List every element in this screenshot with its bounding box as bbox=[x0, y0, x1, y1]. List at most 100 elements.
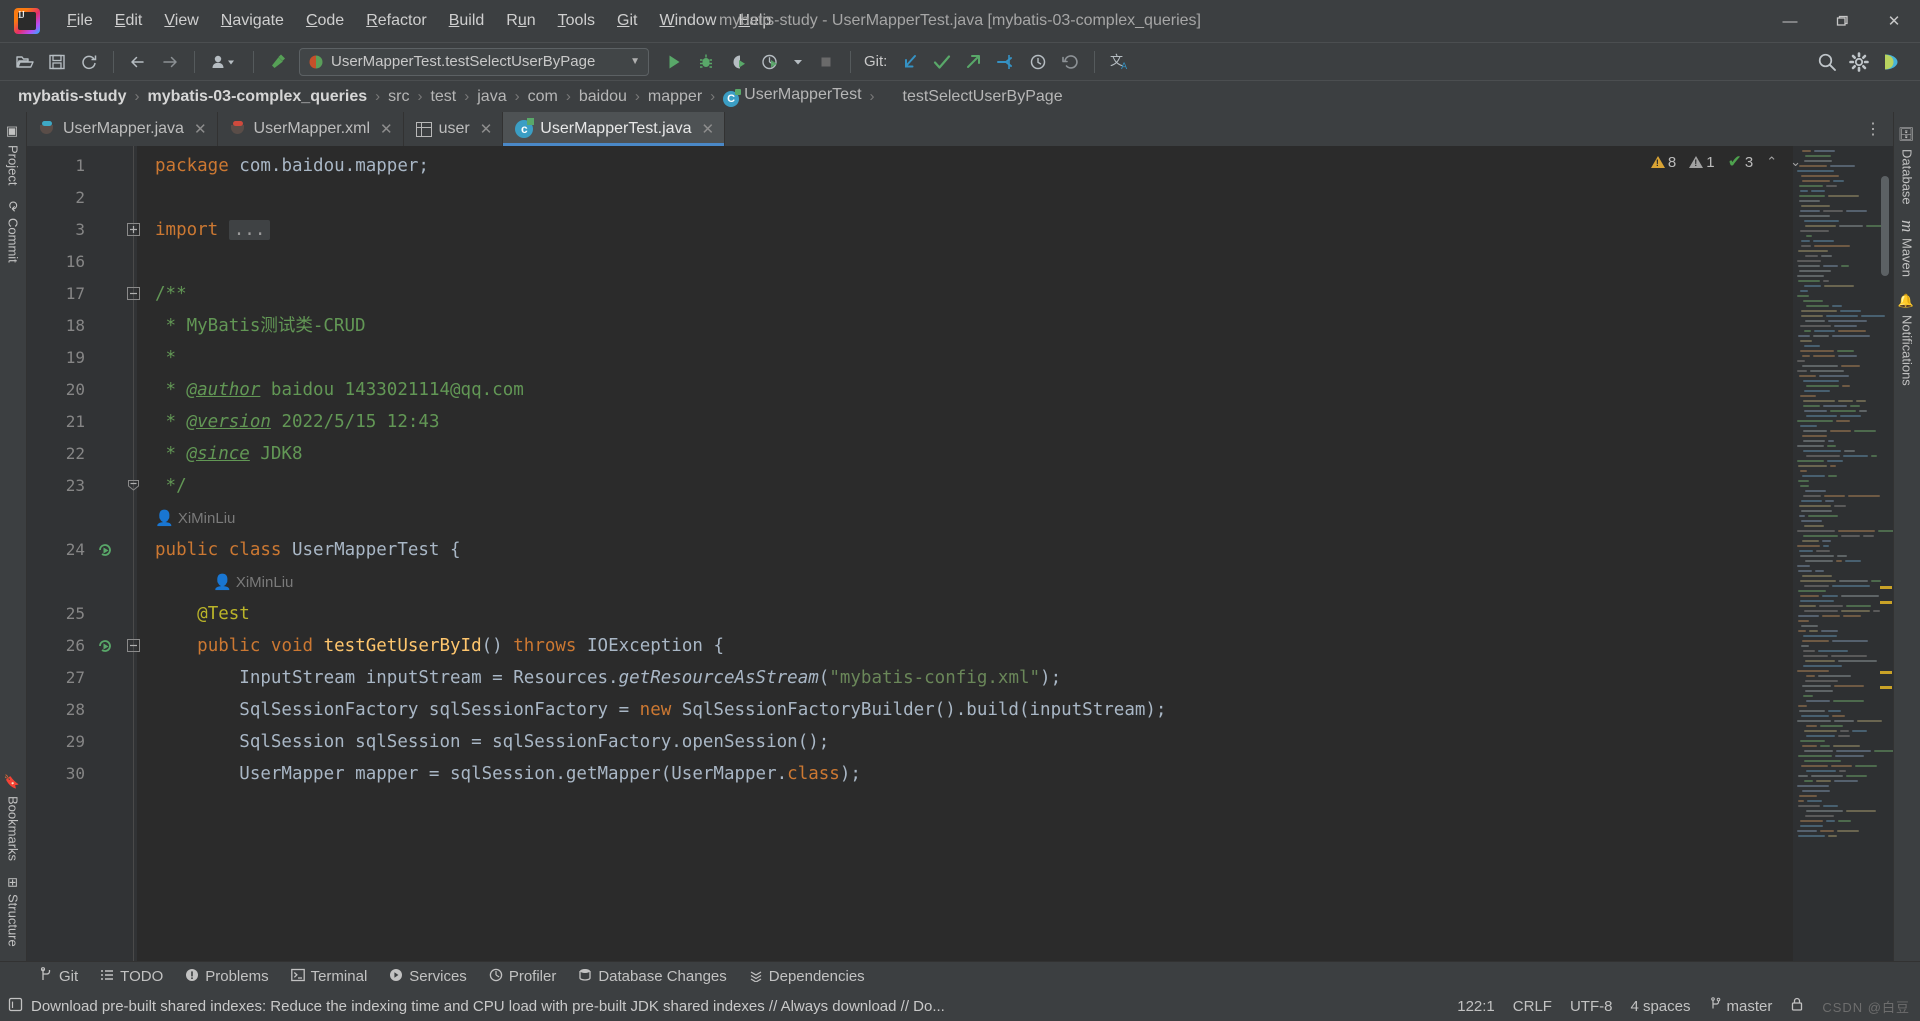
run-profiler-icon[interactable] bbox=[755, 48, 785, 76]
menu-window[interactable]: Window bbox=[648, 8, 727, 34]
settings-gear-icon[interactable] bbox=[1844, 48, 1874, 76]
tab-close-icon[interactable]: ✕ bbox=[380, 120, 393, 138]
undo-icon[interactable] bbox=[1055, 48, 1085, 76]
chevron-down-icon[interactable]: ▼ bbox=[630, 56, 640, 67]
tool-window-services[interactable]: Services bbox=[380, 965, 476, 989]
breadcrumb-item-mybatis-study[interactable]: mybatis-study bbox=[12, 88, 132, 106]
close-button[interactable]: ✕ bbox=[1868, 0, 1920, 42]
tool-window-dependencies[interactable]: Dependencies bbox=[740, 965, 874, 989]
editor-minimap[interactable] bbox=[1793, 146, 1893, 961]
save-all-icon[interactable] bbox=[42, 48, 72, 76]
breadcrumb-item-baidou[interactable]: baidou bbox=[573, 88, 633, 106]
translate-icon[interactable]: 文A bbox=[1104, 48, 1138, 76]
tab-close-icon[interactable]: ✕ bbox=[480, 120, 493, 138]
error-stripe-marker[interactable] bbox=[1880, 686, 1892, 689]
breadcrumb-item-module[interactable]: mybatis-03-complex_queries bbox=[141, 88, 373, 106]
error-stripe-marker[interactable] bbox=[1880, 601, 1892, 604]
git-branch-widget[interactable]: master bbox=[1709, 997, 1772, 1015]
read-only-lock-icon[interactable] bbox=[1790, 997, 1804, 1016]
line-number: 24 bbox=[65, 540, 85, 559]
tool-window-problems[interactable]: Problems bbox=[176, 965, 277, 989]
run-coverage-icon[interactable] bbox=[723, 48, 753, 76]
navigate-back-icon[interactable] bbox=[123, 48, 153, 76]
minimap-code-line bbox=[1801, 500, 1822, 502]
tab-usermapper-xml[interactable]: UserMapper.xml ✕ bbox=[218, 112, 404, 146]
profile-dropdown-icon[interactable] bbox=[204, 48, 244, 76]
build-hammer-icon[interactable] bbox=[263, 48, 293, 76]
sidebar-item-structure[interactable]: ⊞ Structure bbox=[4, 869, 23, 955]
prev-problem-icon[interactable]: ⌃ bbox=[1766, 154, 1777, 170]
tool-window-terminal[interactable]: Terminal bbox=[282, 965, 377, 989]
menu-refactor[interactable]: Refactor bbox=[355, 8, 437, 34]
maximize-button[interactable] bbox=[1816, 0, 1868, 42]
tab-usermappertest-java[interactable]: c UserMapperTest.java ✕ bbox=[503, 112, 726, 146]
menu-edit[interactable]: Edit bbox=[104, 8, 154, 34]
sidebar-item-database[interactable]: 🗄 Database bbox=[1898, 118, 1917, 212]
menu-bar: File Edit View Navigate Code Refactor Bu… bbox=[56, 0, 782, 42]
code-area[interactable]: package com.baidou.mapper; import .../** … bbox=[137, 146, 1793, 961]
breadcrumb-item-mapper[interactable]: mapper bbox=[642, 88, 708, 106]
breadcrumb-item-method[interactable]: testSelectUserByPage bbox=[877, 88, 1069, 106]
warnings-indicator[interactable]: 8 bbox=[1650, 154, 1676, 171]
menu-build[interactable]: Build bbox=[438, 8, 496, 34]
menu-view[interactable]: View bbox=[153, 8, 209, 34]
sidebar-item-notifications[interactable]: 🔔 Notifications bbox=[1898, 285, 1917, 394]
line-separator[interactable]: CRLF bbox=[1513, 998, 1552, 1015]
sidebar-item-bookmarks[interactable]: 🔖 Bookmarks bbox=[4, 766, 23, 869]
breadcrumb-item-com[interactable]: com bbox=[522, 88, 564, 106]
search-everywhere-icon[interactable] bbox=[1812, 48, 1842, 76]
ide-assistant-icon[interactable] bbox=[1876, 48, 1906, 76]
run-configuration-selector[interactable]: UserMapperTest.testSelectUserByPage ▼ bbox=[299, 47, 649, 76]
indent-setting[interactable]: 4 spaces bbox=[1630, 998, 1690, 1015]
tool-window-todo[interactable]: TODO bbox=[91, 965, 172, 989]
menu-run[interactable]: Run bbox=[495, 8, 546, 34]
git-commit-icon[interactable] bbox=[927, 48, 957, 76]
git-update-icon[interactable] bbox=[895, 48, 925, 76]
tab-overflow-menu-icon[interactable]: ⋮ bbox=[1855, 112, 1893, 146]
tab-usermapper-java[interactable]: UserMapper.java ✕ bbox=[27, 112, 218, 146]
git-push-icon[interactable] bbox=[959, 48, 989, 76]
menu-tools[interactable]: Tools bbox=[547, 8, 606, 34]
menu-code[interactable]: Code bbox=[295, 8, 355, 34]
menu-navigate[interactable]: Navigate bbox=[210, 8, 295, 34]
breadcrumb-item-test[interactable]: test bbox=[424, 88, 462, 106]
sync-refresh-icon[interactable] bbox=[74, 48, 104, 76]
git-branches-icon[interactable] bbox=[991, 48, 1021, 76]
status-message[interactable]: Download pre-built shared indexes: Reduc… bbox=[8, 997, 945, 1016]
git-history-icon[interactable] bbox=[1023, 48, 1053, 76]
caret-position[interactable]: 122:1 bbox=[1457, 998, 1495, 1015]
stop-icon[interactable] bbox=[811, 48, 841, 76]
error-stripe-marker[interactable] bbox=[1880, 586, 1892, 589]
sidebar-item-commit[interactable]: ⟳ Commit bbox=[4, 193, 23, 271]
breadcrumb-item-src[interactable]: src bbox=[382, 88, 415, 106]
run-icon[interactable] bbox=[659, 48, 689, 76]
menu-file[interactable]: File bbox=[56, 8, 104, 34]
tool-window-git[interactable]: Git bbox=[30, 964, 87, 989]
breadcrumb-item-class[interactable]: C UserMapperTest bbox=[717, 86, 867, 107]
run-test-gutter-icon[interactable] bbox=[97, 542, 113, 558]
minimap-code-line bbox=[1830, 410, 1856, 412]
weak-warnings-indicator[interactable]: 1 bbox=[1689, 154, 1715, 171]
sidebar-item-maven[interactable]: m Maven bbox=[1895, 212, 1919, 285]
run-profiler-dropdown-icon[interactable] bbox=[787, 48, 809, 76]
tab-close-icon[interactable]: ✕ bbox=[194, 120, 207, 138]
editor-scrollbar-thumb[interactable] bbox=[1881, 176, 1889, 276]
tool-window-profiler[interactable]: Profiler bbox=[480, 965, 566, 989]
open-project-icon[interactable] bbox=[10, 48, 40, 76]
ok-indicator[interactable]: ✔ 3 bbox=[1728, 152, 1754, 172]
error-stripe-marker[interactable] bbox=[1880, 671, 1892, 674]
tab-close-icon[interactable]: ✕ bbox=[701, 120, 714, 138]
next-problem-icon[interactable]: ⌄ bbox=[1790, 154, 1801, 170]
tab-user-table[interactable]: user ✕ bbox=[404, 112, 504, 146]
sidebar-item-project[interactable]: ▣ Project bbox=[4, 116, 23, 193]
navigate-forward-icon[interactable] bbox=[155, 48, 185, 76]
menu-help[interactable]: Help bbox=[727, 8, 782, 34]
tool-window-database-changes[interactable]: Database Changes bbox=[569, 965, 735, 989]
minimize-button[interactable]: — bbox=[1764, 0, 1816, 42]
debug-icon[interactable] bbox=[691, 48, 721, 76]
menu-git[interactable]: Git bbox=[606, 8, 648, 34]
run-test-gutter-icon[interactable] bbox=[97, 638, 113, 654]
breadcrumb-item-java[interactable]: java bbox=[471, 88, 512, 106]
editor-gutter[interactable]: 1 2 3 16 17 18 19 20 21 22 23 24 25 26 27 28 29 30 bbox=[27, 146, 140, 961]
file-encoding[interactable]: UTF-8 bbox=[1570, 998, 1613, 1015]
